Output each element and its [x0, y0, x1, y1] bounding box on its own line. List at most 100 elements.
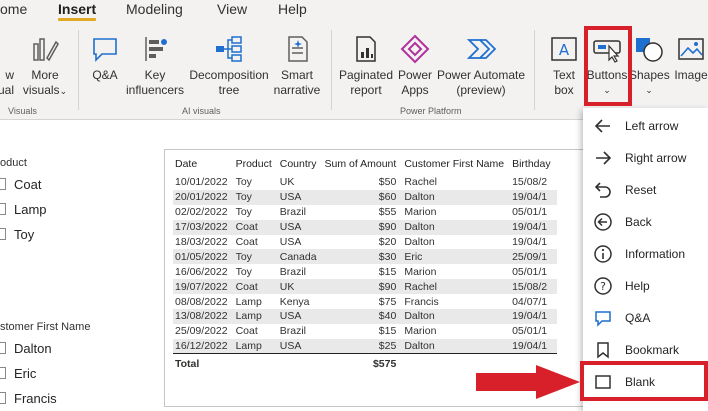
column-header[interactable]: Birthday: [510, 153, 557, 175]
group-label-ai-visuals: AI visuals: [182, 106, 221, 116]
table-cell: Rachel: [404, 176, 438, 189]
table-cell: $30: [322, 249, 403, 265]
power-automate-icon: [466, 39, 496, 59]
table-cell: 20/01/2022: [173, 189, 234, 205]
table-cell: Coat: [233, 279, 278, 295]
table-cell: Toy: [235, 176, 252, 189]
smart-narrative-icon: [288, 36, 308, 62]
tab-modeling[interactable]: Modeling: [126, 1, 183, 17]
table-cell: 15/08/2: [512, 176, 548, 189]
column-header[interactable]: Date: [173, 153, 234, 175]
power-automate-button[interactable]: Power Automate (preview): [436, 34, 526, 98]
menu-item-bookmark[interactable]: Bookmark: [583, 334, 708, 366]
table-row[interactable]: 19/07/2022 Coat UK $90 Rachel 15/08/2: [173, 279, 557, 295]
menu-item-left-arrow[interactable]: Left arrow: [583, 110, 708, 142]
qna-button[interactable]: Q&A: [88, 34, 122, 83]
chevron-down-icon: ⌄: [59, 86, 68, 96]
table-row[interactable]: 16/12/2022 Lamp USA $25 Dalton 19/04/1: [173, 338, 557, 354]
checkbox[interactable]: [0, 178, 6, 190]
shapes-button[interactable]: Shapes ⌄: [629, 34, 670, 98]
table-cell: 01/05/2022: [173, 249, 234, 265]
field-item-dalton[interactable]: Dalton: [0, 341, 52, 356]
field-item-coat[interactable]: Coat: [0, 177, 41, 192]
column-header[interactable]: Customer First Name: [402, 153, 510, 175]
table-cell: Eric: [402, 249, 511, 265]
checkbox[interactable]: [0, 367, 6, 379]
table-row[interactable]: 01/05/2022 Toy Canada $30 Eric 25/09/1: [173, 249, 557, 265]
info-icon: [594, 245, 612, 263]
field-item-lamp[interactable]: Lamp: [0, 202, 47, 217]
text-box-icon: A: [551, 37, 577, 61]
menu-item-blank[interactable]: Blank: [583, 366, 708, 398]
text-box-button[interactable]: A Text box: [546, 34, 582, 98]
table-cell: $90: [322, 279, 403, 295]
total-label: Total: [173, 353, 234, 374]
table-row[interactable]: 08/08/2022 Lamp Kenya $75 Francis 04/07/1: [173, 294, 557, 309]
column-header[interactable]: Product: [234, 153, 278, 175]
svg-text:?: ?: [600, 280, 606, 293]
key-influencers-icon: [145, 37, 167, 61]
table-row[interactable]: 17/03/2022 Coat USA $90 Dalton 19/04/1: [173, 219, 557, 235]
right-arrow-icon: [596, 151, 612, 165]
checkbox[interactable]: [0, 342, 6, 354]
field-item-eric[interactable]: Eric: [0, 366, 36, 381]
buttons-button[interactable]: Buttons ⌄: [585, 34, 629, 98]
ribbon: w ual More visuals⌄ Visuals Q&A Key infl…: [0, 22, 708, 120]
more-visuals-button[interactable]: More visuals⌄: [22, 34, 68, 99]
table-row[interactable]: 18/03/2022 Coat USA $20 Dalton 19/04/1: [173, 235, 557, 250]
decomposition-tree-button[interactable]: Decomposition tree: [188, 34, 270, 98]
menu-item-back[interactable]: Back: [583, 206, 708, 238]
table-cell: Kenya: [279, 295, 310, 308]
checkbox[interactable]: [0, 203, 6, 215]
reset-icon: [594, 182, 611, 198]
table-cell: Marion: [404, 206, 437, 219]
shapes-icon: [636, 38, 663, 62]
menu-item-reset[interactable]: Reset: [583, 174, 708, 206]
checkbox[interactable]: [0, 392, 6, 404]
table-cell: $15: [378, 265, 397, 278]
paginated-report-icon: [356, 36, 376, 62]
field-item-toy[interactable]: Toy: [0, 227, 34, 242]
table-row[interactable]: 25/09/2022 Coat Brazil $15 Marion 05/01/1: [173, 324, 557, 339]
table-cell: Marion: [404, 265, 437, 278]
table-cell: 16/12/2022: [173, 338, 234, 354]
table-row[interactable]: 10/01/2022 Toy UK $50 Rachel 15/08/2: [173, 175, 557, 190]
menu-item-help[interactable]: ? Help: [583, 270, 708, 302]
decomposition-tree-icon: [216, 36, 242, 62]
tab-view[interactable]: View: [217, 1, 247, 17]
new-visual-button[interactable]: w ual: [0, 34, 14, 98]
table-cell: 05/01/1: [512, 325, 548, 338]
tab-home[interactable]: ome: [0, 1, 27, 17]
menu-item-qna[interactable]: Q&A: [583, 302, 708, 334]
qna-icon: [93, 38, 117, 62]
table-cell: 19/04/1: [510, 338, 557, 354]
group-label-power-platform: Power Platform: [400, 106, 462, 116]
field-item-francis[interactable]: Francis: [0, 391, 57, 406]
smart-narrative-button[interactable]: Smart narrative: [272, 34, 322, 98]
column-header[interactable]: Country: [278, 153, 323, 175]
table-cell: USA: [277, 338, 323, 354]
tab-help[interactable]: Help: [278, 1, 307, 17]
menu-item-right-arrow[interactable]: Right arrow: [583, 142, 708, 174]
table-cell: 02/02/2022: [175, 206, 228, 219]
column-header[interactable]: Sum of Amount: [323, 153, 403, 175]
checkbox[interactable]: [0, 228, 6, 240]
table-row[interactable]: 20/01/2022 Toy USA $60 Dalton 19/04/1: [173, 189, 557, 205]
key-influencers-button[interactable]: Key influencers: [126, 34, 184, 98]
tab-insert[interactable]: Insert: [58, 1, 97, 21]
image-button[interactable]: Image: [671, 34, 708, 83]
paginated-report-button[interactable]: Paginated report: [338, 34, 394, 98]
power-apps-button[interactable]: Power Apps: [396, 34, 434, 98]
table-cell: Coat: [235, 325, 258, 338]
table-row[interactable]: 16/06/2022 Toy Brazil $15 Marion 05/01/1: [173, 264, 557, 279]
table-cell: 04/07/1: [512, 295, 548, 308]
table-cell: $55: [378, 206, 397, 219]
table-row[interactable]: 13/08/2022 Lamp USA $40 Dalton 19/04/1: [173, 309, 557, 324]
table-cell: 19/04/1: [512, 236, 548, 248]
menu-item-information[interactable]: Information: [583, 238, 708, 270]
table-cell: Lamp: [235, 295, 262, 308]
table-row[interactable]: 02/02/2022 Toy Brazil $55 Marion 05/01/1: [173, 205, 557, 220]
table-cell: 19/04/1: [510, 189, 557, 205]
table-cell: Dalton: [404, 236, 435, 248]
table-cell: 13/08/2022: [173, 309, 234, 324]
